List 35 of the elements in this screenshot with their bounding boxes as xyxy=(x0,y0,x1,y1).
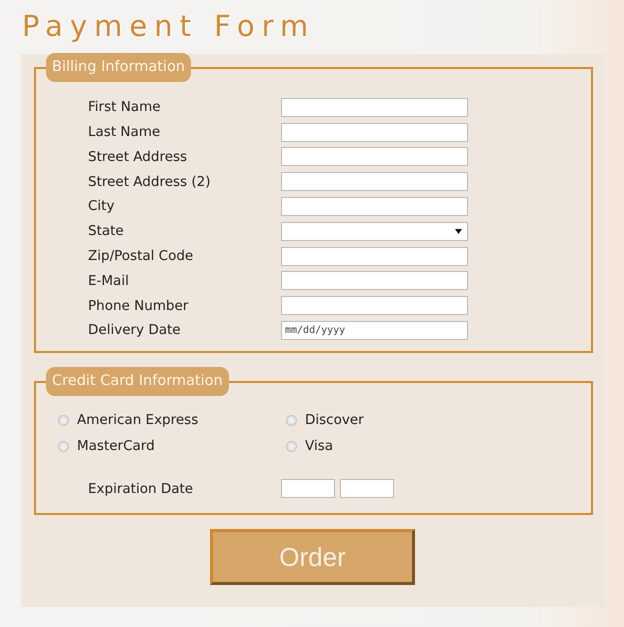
field-label: Street Address xyxy=(88,148,188,167)
input-field[interactable] xyxy=(281,172,468,192)
year-field[interactable] xyxy=(340,479,394,498)
field-label: E-Mail xyxy=(88,272,130,291)
field-label: Expiration Date xyxy=(88,480,194,498)
section-legend: Credit Card Information xyxy=(46,367,229,396)
field-label: Zip/Postal Code xyxy=(88,247,194,266)
radio-button[interactable] xyxy=(286,414,297,426)
input-field[interactable] xyxy=(281,246,468,266)
radio-label[interactable]: Visa xyxy=(305,436,333,456)
field-label: City xyxy=(88,197,116,216)
month-field[interactable] xyxy=(281,479,335,498)
radio-label[interactable]: MasterCard xyxy=(77,436,155,456)
field-label: Phone Number xyxy=(88,296,190,316)
page-title: Payment Form xyxy=(21,8,316,45)
field-label: State xyxy=(88,222,125,242)
radio-button[interactable] xyxy=(286,440,297,452)
input-field[interactable] xyxy=(281,197,468,216)
section-legend: Billing Information xyxy=(46,53,191,82)
field-label: Delivery Date xyxy=(88,321,182,340)
radio-button[interactable] xyxy=(58,414,69,426)
input-field[interactable] xyxy=(281,98,468,117)
radio-label[interactable]: Discover xyxy=(305,410,364,430)
input-field[interactable] xyxy=(281,147,468,166)
caret-icon xyxy=(455,228,462,234)
field-label: First Name xyxy=(88,98,162,118)
field-label: Street Address (2) xyxy=(88,172,212,192)
input-field[interactable] xyxy=(281,122,468,142)
input-field[interactable] xyxy=(281,271,468,290)
radio-label[interactable]: American Express xyxy=(77,410,198,430)
field-label: Last Name xyxy=(88,123,162,142)
input-field[interactable] xyxy=(281,296,468,316)
date-field[interactable]: mm/dd/yyyy xyxy=(281,321,468,340)
radio-button[interactable] xyxy=(58,440,69,452)
state-select[interactable] xyxy=(281,222,468,241)
